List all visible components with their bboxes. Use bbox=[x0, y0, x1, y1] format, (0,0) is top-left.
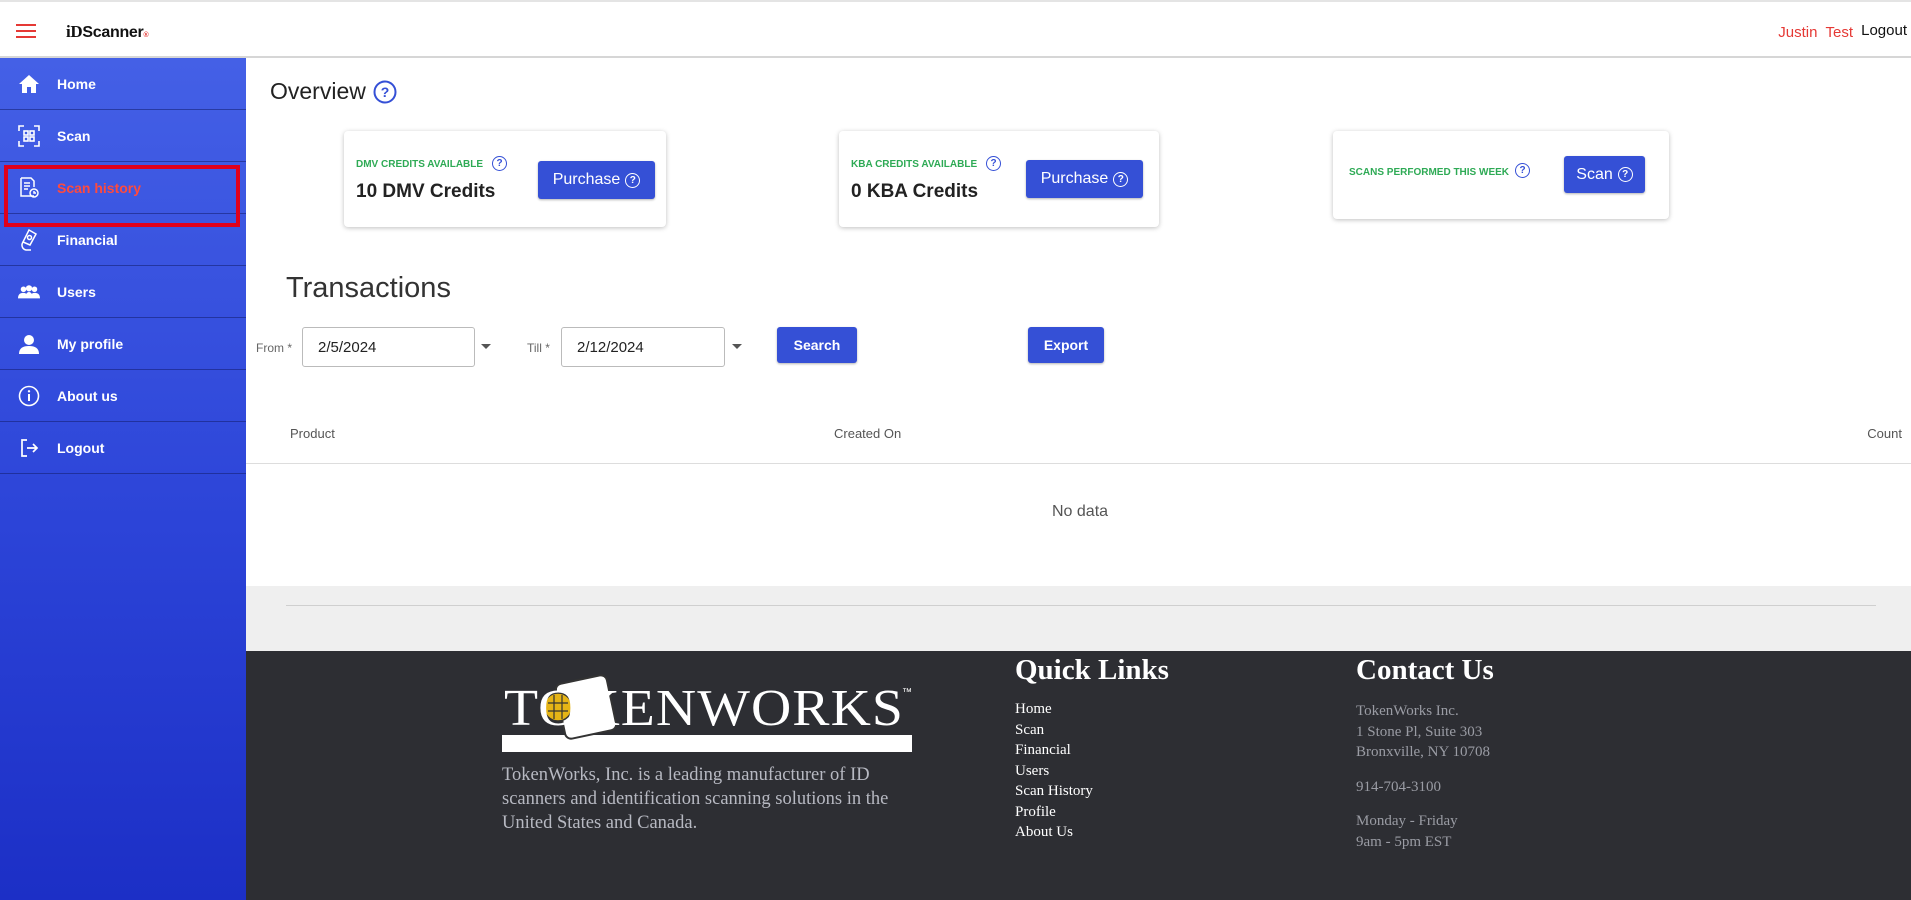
kba-credits-value: 0 KBA Credits bbox=[851, 181, 979, 202]
quick-link-profile[interactable]: Profile bbox=[1015, 804, 1093, 825]
contact-info: TokenWorks Inc. 1 Stone Pl, Suite 303 Br… bbox=[1356, 701, 1490, 852]
sidebar-item-financial[interactable]: Financial bbox=[0, 214, 246, 266]
sidebar-item-label: Scan bbox=[57, 127, 91, 144]
transactions-title: Transactions bbox=[286, 272, 451, 304]
till-date-input[interactable] bbox=[561, 327, 725, 367]
person-icon bbox=[18, 333, 40, 355]
help-icon: ? bbox=[625, 172, 641, 188]
users-icon bbox=[18, 281, 40, 303]
sidebar-item-scan[interactable]: Scan bbox=[0, 110, 246, 162]
scans-this-week-card: SCANS PERFORMED THIS WEEK ? Scan? bbox=[1333, 131, 1669, 219]
sidebar-item-label: Financial bbox=[57, 231, 118, 248]
contact-phone: 914-704-3100 bbox=[1356, 778, 1441, 795]
till-dropdown-icon[interactable] bbox=[732, 344, 742, 349]
quick-links-title: Quick Links bbox=[1015, 654, 1169, 686]
scans-help-icon[interactable]: ? bbox=[1515, 163, 1530, 178]
sidebar-item-users[interactable]: Users bbox=[0, 266, 246, 318]
contact-company: TokenWorks Inc. bbox=[1356, 703, 1459, 719]
sidebar-item-label: About us bbox=[57, 387, 118, 404]
svg-text:?: ? bbox=[381, 84, 390, 100]
sidebar-item-label: Logout bbox=[57, 439, 105, 456]
sidebar-item-label: Users bbox=[57, 283, 96, 300]
logout-link[interactable]: Logout bbox=[1861, 22, 1907, 39]
quick-link-users[interactable]: Users bbox=[1015, 763, 1093, 784]
info-icon bbox=[18, 385, 40, 407]
dmv-help-icon[interactable]: ? bbox=[492, 156, 507, 171]
from-date-input[interactable] bbox=[302, 327, 475, 367]
quick-link-scan[interactable]: Scan bbox=[1015, 722, 1093, 743]
overview-title: Overview bbox=[270, 78, 366, 104]
user-name: Justin Test bbox=[1778, 24, 1853, 41]
quick-link-financial[interactable]: Financial bbox=[1015, 742, 1093, 763]
sidebar-item-logout[interactable]: Logout bbox=[0, 422, 246, 474]
quick-links-list: Home Scan Financial Users Scan History P… bbox=[1015, 701, 1093, 845]
logout-icon bbox=[18, 437, 40, 459]
footer: TOKENWORKS ™ TokenWorks, Inc. is a leadi… bbox=[246, 651, 1911, 900]
logo-registered-mark: ® bbox=[143, 32, 149, 39]
till-label: Till * bbox=[527, 341, 550, 355]
scan-button[interactable]: Scan? bbox=[1564, 156, 1645, 193]
column-header-count[interactable]: Count bbox=[1867, 426, 1902, 441]
help-icon: ? bbox=[1617, 167, 1633, 182]
contact-address-line1: 1 Stone Pl, Suite 303 bbox=[1356, 723, 1483, 740]
company-description: TokenWorks, Inc. is a leading manufactur… bbox=[502, 765, 889, 833]
scans-week-caption: SCANS PERFORMED THIS WEEK bbox=[1349, 167, 1510, 178]
sidebar-item-about-us[interactable]: About us bbox=[0, 370, 246, 422]
quick-link-about-us[interactable]: About Us bbox=[1015, 824, 1093, 845]
purchase-dmv-button[interactable]: Purchase? bbox=[538, 161, 655, 199]
help-icon: ? bbox=[1113, 171, 1129, 187]
table-header-divider bbox=[246, 463, 1911, 464]
divider bbox=[286, 605, 1876, 606]
contact-hours: 9am - 5pm EST bbox=[1356, 833, 1452, 850]
scan-label: Scan bbox=[1576, 165, 1613, 183]
purchase-kba-button[interactable]: Purchase? bbox=[1026, 160, 1143, 198]
logo-text: Scanner bbox=[82, 24, 144, 41]
sidebar-item-label: Scan history bbox=[57, 179, 142, 196]
quick-link-scan-history[interactable]: Scan History bbox=[1015, 783, 1093, 804]
overview-help-icon[interactable]: ? bbox=[373, 80, 397, 109]
sidebar-item-my-profile[interactable]: My profile bbox=[0, 318, 246, 370]
hamburger-menu-icon[interactable] bbox=[16, 24, 36, 38]
kba-help-icon[interactable]: ? bbox=[986, 156, 1001, 171]
column-header-product[interactable]: Product bbox=[290, 426, 335, 441]
dmv-credits-caption: DMV CREDITS AVAILABLE bbox=[356, 159, 484, 170]
from-label: From * bbox=[256, 341, 292, 355]
search-button[interactable]: Search bbox=[777, 327, 857, 363]
sidebar-item-scan-history[interactable]: Scan history bbox=[0, 162, 246, 227]
trademark: ™ bbox=[902, 687, 912, 698]
dmv-credits-value: 10 DMV Credits bbox=[356, 181, 496, 202]
contact-title: Contact Us bbox=[1356, 654, 1494, 686]
kba-credits-caption: KBA CREDITS AVAILABLE bbox=[851, 159, 978, 170]
sidebar-item-home[interactable]: Home bbox=[0, 58, 246, 110]
contact-days: Monday - Friday bbox=[1356, 813, 1458, 829]
sidebar-item-label: Home bbox=[57, 75, 96, 92]
top-bar: iDScanner® Justin Test Logout bbox=[0, 0, 1911, 58]
purchase-label: Purchase bbox=[1040, 170, 1109, 187]
logo-text-t: TOKENWORKS bbox=[504, 680, 904, 737]
document-history-icon bbox=[18, 176, 40, 199]
money-hand-icon bbox=[18, 228, 40, 251]
app-logo[interactable]: iDScanner® bbox=[66, 22, 149, 42]
kba-credits-card: KBA CREDITS AVAILABLE ? 0 KBA Credits Pu… bbox=[839, 131, 1159, 227]
contact-address-line2: Bronxville, NY 10708 bbox=[1356, 744, 1491, 760]
dmv-credits-card: DMV CREDITS AVAILABLE ? 10 DMV Credits P… bbox=[344, 131, 666, 227]
home-icon bbox=[18, 73, 40, 95]
quick-link-home[interactable]: Home bbox=[1015, 701, 1093, 722]
sidebar: Home Scan Scan history Financial Users M… bbox=[0, 58, 246, 900]
purchase-label: Purchase bbox=[552, 171, 621, 188]
from-dropdown-icon[interactable] bbox=[481, 344, 491, 349]
empty-table-message: No data bbox=[1052, 503, 1109, 520]
logo-id: iD bbox=[66, 22, 83, 41]
sidebar-item-label: My profile bbox=[57, 335, 124, 352]
export-button[interactable]: Export bbox=[1028, 327, 1104, 363]
tokenworks-logo[interactable]: TOKENWORKS ™ bbox=[502, 669, 916, 759]
column-header-created-on[interactable]: Created On bbox=[834, 426, 901, 441]
footer-spacer bbox=[246, 586, 1911, 651]
qr-scan-icon bbox=[18, 124, 40, 147]
